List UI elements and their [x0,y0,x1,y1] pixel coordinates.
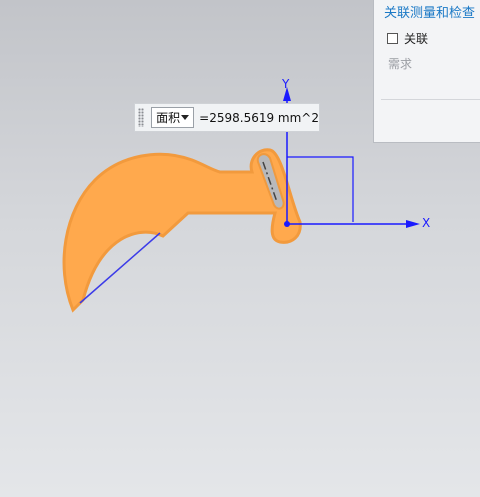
panel-divider [381,99,480,100]
chevron-down-icon [181,115,190,120]
associative-label[interactable]: 关联 [404,30,428,47]
measure-type-selected: 面积 [156,111,181,125]
measure-type-dropdown[interactable]: 面积 [151,107,195,128]
x-axis-label: X [422,216,431,230]
y-axis-label: Y [282,77,290,91]
measure-dialog-panel: 关联测量和检查 关联 需求 [373,0,480,143]
measure-value: =2598.5619 mm^2 [199,110,319,125]
associative-row[interactable]: 关联 [387,30,428,47]
origin-point[interactable] [284,221,290,227]
associative-checkbox[interactable] [387,33,398,44]
drag-grip-icon[interactable] [138,108,145,127]
x-axis-arrow-icon [406,220,420,228]
panel-title[interactable]: 关联测量和检查 [384,2,480,21]
measure-result-box: 面积 =2598.5619 mm^2 [134,103,320,132]
requirements-label: 需求 [388,57,413,71]
